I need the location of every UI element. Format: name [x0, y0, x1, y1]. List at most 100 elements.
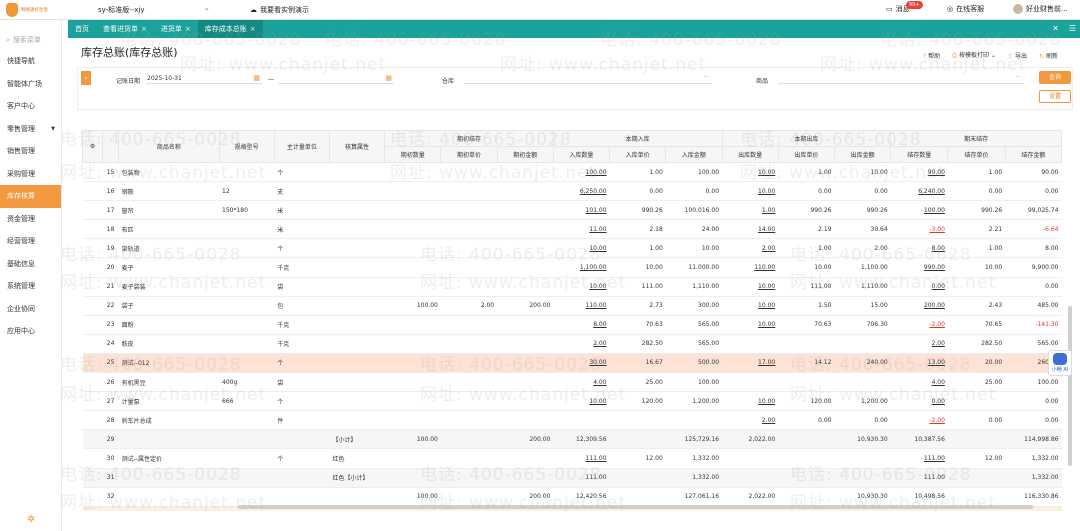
menu-search[interactable]: ⌕ 搜索菜单: [6, 34, 55, 46]
table-cell[interactable]: 1,100.00: [553, 257, 610, 278]
menu-icon[interactable]: ☰: [1069, 24, 1076, 33]
messages-button[interactable]: ▭ 消息 99+: [886, 1, 923, 14]
more-icon[interactable]: ···: [703, 73, 710, 81]
table-cell[interactable]: 2.00: [722, 238, 779, 259]
table-row[interactable]: 32 100.00 200.00 12,420.56 127,061.16 2,022.0…: [82, 487, 1062, 507]
warehouse-field[interactable]: ···: [464, 72, 712, 84]
table-cell[interactable]: 6,240.00: [890, 181, 948, 202]
sidebar-item[interactable]: 企业协同: [0, 298, 61, 321]
table-cell[interactable]: 4.00: [890, 372, 948, 393]
table-cell[interactable]: 111.00: [553, 448, 610, 469]
table-cell[interactable]: -3.00: [890, 219, 948, 240]
sidebar-item[interactable]: 系统管理: [0, 275, 61, 298]
expand-filter-button[interactable]: ›: [81, 71, 91, 85]
sidebar-item[interactable]: 销售管理: [0, 140, 61, 163]
sidebar-item[interactable]: 资金管理: [0, 208, 61, 231]
app-logo[interactable]: 畅捷通好生意: [6, 2, 62, 18]
user-menu[interactable]: 好业财售前...: [1013, 4, 1068, 14]
product-field[interactable]: ···: [778, 72, 1024, 84]
table-row[interactable]: 21 麦子袋装袋 10.00 111.00 1,110.00 10.00 111.00 1,1…: [82, 277, 1062, 297]
table-row[interactable]: 29 【小计】 100.00 200.00 12,309.56 125,729.16 2,0…: [82, 429, 1062, 450]
settings-button[interactable]: 设置: [1039, 90, 1071, 103]
table-cell[interactable]: 17.00: [722, 353, 779, 374]
calendar-icon[interactable]: ▦: [385, 74, 392, 82]
horizontal-scrollbar[interactable]: [238, 505, 1033, 509]
calendar-icon[interactable]: ▦: [253, 74, 260, 82]
close-icon[interactable]: ×: [185, 25, 191, 33]
tab[interactable]: 查看进货单 ×: [96, 20, 154, 38]
table-cell[interactable]: 10.00: [722, 277, 779, 297]
table-cell[interactable]: 8.00: [553, 315, 610, 335]
table-row[interactable]: 16 钢筋 12 支 6,250.00 0.00 0.00 10.00 0.00 0.00 6,24…: [82, 181, 1062, 202]
table-cell[interactable]: 990.00: [890, 257, 948, 278]
table-cell[interactable]: 0.00: [890, 391, 948, 412]
sidebar-item[interactable]: 经营管理: [0, 230, 61, 253]
vertical-scrollbar[interactable]: [1068, 306, 1072, 466]
table-cell[interactable]: 2.00: [722, 410, 779, 431]
table-row[interactable]: 18 布匹 米 11.00 2.18 24.00 14.00 2.19 30.64 -3.00 2.…: [82, 219, 1062, 240]
sidebar-item[interactable]: 零售管理 ▼: [0, 118, 61, 141]
table-cell[interactable]: 10.00: [722, 391, 779, 412]
sidebar-item[interactable]: 应用中心: [0, 320, 61, 343]
table-cell[interactable]: 10.00: [722, 296, 779, 316]
date-to-field[interactable]: ▦: [278, 72, 394, 84]
table-cell[interactable]: 1.00: [722, 200, 779, 221]
table-row[interactable]: 26 有机黑豆 400g 袋 4.00 25.00 100.00 4.00 25.00 100.0…: [82, 372, 1062, 393]
table-cell[interactable]: 8.00: [890, 238, 948, 259]
table-cell[interactable]: 10.00: [553, 238, 610, 259]
gear-icon[interactable]: ✲: [27, 514, 35, 525]
help-button[interactable]: ? 帮助: [923, 51, 940, 60]
table-cell[interactable]: 110.00: [722, 257, 779, 278]
table-cell[interactable]: 100.00: [553, 162, 610, 183]
table-cell[interactable]: -2.00: [890, 410, 948, 431]
table-row[interactable]: 24 麸皮 千克 2.00 282.50 565.00 2.00 282.50 565.00: [82, 334, 1062, 354]
tab[interactable]: 首页: [68, 20, 96, 38]
close-icon[interactable]: ×: [141, 25, 147, 33]
close-icon[interactable]: ×: [250, 25, 256, 33]
table-row[interactable]: 15 包装物个 100.00 1.00 100.00 10.00 1.00 10.00 90.0…: [82, 162, 1062, 183]
more-icon[interactable]: ···: [1015, 73, 1022, 81]
table-cell[interactable]: 13.00: [890, 353, 948, 374]
sidebar-item[interactable]: 快捷导航: [0, 50, 61, 73]
table-cell[interactable]: 10.00: [722, 162, 779, 183]
table-row[interactable]: 28 刹车片总成件 2.00 0.00 0.00 -2.00 0.00 0.00: [82, 410, 1062, 431]
table-cell[interactable]: 111.00: [890, 448, 948, 469]
ai-assistant-button[interactable]: 小畅 AI: [1048, 350, 1072, 376]
table-cell[interactable]: 90.00: [890, 162, 948, 183]
sidebar-item[interactable]: 智能体广场: [0, 73, 61, 96]
account-selector[interactable]: sy-标准版--xjy: [98, 5, 144, 15]
tab[interactable]: 库存成本总账 ×: [197, 20, 263, 38]
table-row[interactable]: 23 面粉 千克 8.00 70.63 565.00 10.00 70.63 706.30 -2.…: [82, 315, 1062, 335]
table-cell[interactable]: 110.00: [553, 296, 610, 316]
table-cell[interactable]: 4.00: [553, 372, 610, 393]
sidebar-item[interactable]: 采购管理: [0, 163, 61, 186]
sidebar-item[interactable]: 基础信息: [0, 253, 61, 276]
menu-search-input[interactable]: 搜索菜单: [13, 35, 41, 45]
table-cell[interactable]: 10.00: [553, 277, 610, 297]
table-row[interactable]: 30 测试--属性定价个红色 111.00 12.00 1,332.00 111.00 12…: [82, 448, 1062, 469]
sidebar-item[interactable]: 库存核算: [0, 185, 61, 208]
table-cell[interactable]: 10.00: [722, 315, 779, 335]
table-cell[interactable]: 100.00: [890, 200, 948, 221]
table-row[interactable]: 17 窗帘 150*180 米 101.00 990.26 100,016.00 1.00 99…: [82, 200, 1062, 221]
query-button[interactable]: 查询: [1039, 71, 1071, 84]
table-row[interactable]: 22 袋子包 100.00 2.00 200.00 110.00 2.73 300.00 10.…: [82, 296, 1062, 316]
table-cell[interactable]: -2.00: [890, 315, 948, 335]
date-from-field[interactable]: 2025-10-31 ▦: [146, 72, 262, 84]
export-button[interactable]: ⇪ 导出: [1008, 51, 1027, 60]
table-cell[interactable]: 30.00: [553, 353, 610, 374]
table-cell[interactable]: 14.00: [722, 219, 779, 240]
table-row[interactable]: 27 计量泵 666 个 10.00 120.00 1,200.00 10.00 120.00 1…: [82, 391, 1062, 412]
table-cell[interactable]: 200.00: [890, 296, 948, 316]
table-row[interactable]: 20 麦子 千克 1,100.00 10.00 11,000.00 110.00 10.00 1…: [82, 257, 1062, 278]
table-cell[interactable]: 6,250.00: [553, 181, 610, 202]
table-cell[interactable]: 101.00: [553, 200, 610, 221]
table-cell[interactable]: 11.00: [553, 219, 610, 240]
table-cell[interactable]: 2.00: [553, 334, 610, 354]
tab[interactable]: 进货单 ×: [154, 20, 198, 38]
chevron-down-icon[interactable]: ⌄: [204, 4, 210, 12]
table-cell[interactable]: 10.00: [553, 391, 610, 412]
print-template-button[interactable]: ⎙ 按模板打印 ⌄: [952, 50, 996, 60]
online-service-button[interactable]: ◎ 在线客服: [947, 4, 984, 14]
table-cell[interactable]: 0.00: [890, 277, 948, 297]
